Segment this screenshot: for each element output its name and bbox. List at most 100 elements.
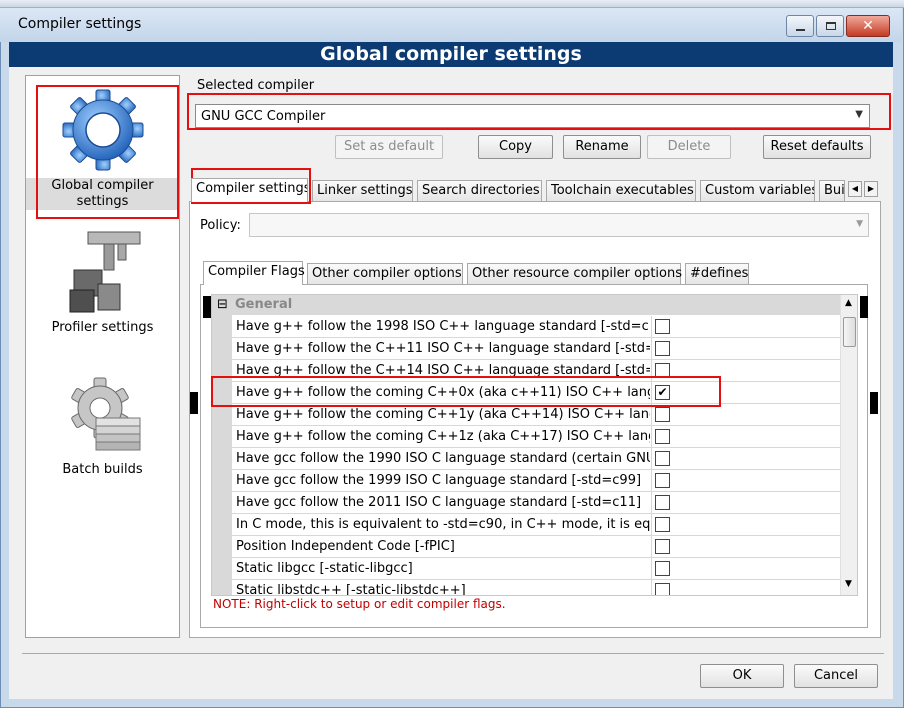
cell-divider — [651, 492, 652, 514]
flag-label: Have gcc follow the 1999 ISO C language … — [236, 473, 642, 488]
maximize-icon — [826, 22, 836, 30]
flag-label: Have g++ follow the coming C++1y (aka C+… — [236, 407, 650, 422]
flag-row[interactable]: Static libstdc++ [-static-libstdc++] — [232, 580, 840, 595]
flag-checkbox[interactable] — [655, 495, 670, 510]
flag-row[interactable]: Have gcc follow the 2011 ISO C language … — [232, 492, 840, 514]
rename-button[interactable]: Rename — [563, 135, 641, 159]
flag-row[interactable]: Have g++ follow the 1998 ISO C++ languag… — [232, 316, 840, 338]
chevron-down-icon: ▼ — [855, 109, 863, 120]
tab-compiler-settings[interactable]: Compiler settings — [191, 178, 308, 202]
flag-row[interactable]: Have gcc follow the 1990 ISO C language … — [232, 448, 840, 470]
flags-note: NOTE: Right-click to setup or edit compi… — [213, 597, 506, 611]
flags-vertical-scrollbar[interactable]: ▲ ▼ — [840, 295, 857, 595]
flag-checkbox[interactable] — [655, 539, 670, 554]
flag-row[interactable]: Have gcc follow the 1999 ISO C language … — [232, 470, 840, 492]
close-icon: ✕ — [862, 18, 874, 34]
flag-label: Have g++ follow the coming C++0x (aka c+… — [236, 385, 650, 400]
cell-divider — [651, 338, 652, 360]
panel-edge-marker — [203, 296, 211, 318]
tab-custom-variables[interactable]: Custom variables — [700, 180, 815, 201]
flag-checkbox[interactable] — [655, 561, 670, 576]
tab-other-resource-compiler-options[interactable]: Other resource compiler options — [467, 263, 682, 284]
panel-edge-marker — [190, 392, 198, 414]
category-profiler-settings[interactable]: Profiler settings — [26, 224, 179, 336]
flag-row[interactable]: Have g++ follow the coming C++1y (aka C+… — [232, 404, 840, 426]
flag-label: Have g++ follow the C++14 ISO C++ langua… — [236, 363, 650, 378]
tab-toolchain-executables[interactable]: Toolchain executables — [546, 180, 696, 201]
flag-checkbox[interactable] — [655, 517, 670, 532]
tab-scroll-right-icon[interactable]: ▶ — [864, 181, 878, 197]
cell-divider — [651, 426, 652, 448]
flag-row[interactable]: Have g++ follow the coming C++0x (aka c+… — [232, 382, 840, 404]
cell-divider — [651, 514, 652, 536]
window-title: Compiler settings — [18, 16, 142, 32]
cell-divider — [651, 470, 652, 492]
flag-checkbox[interactable] — [655, 319, 670, 334]
tab-search-directories[interactable]: Search directories — [417, 180, 542, 201]
cell-divider — [651, 360, 652, 382]
flag-group-general[interactable]: ⊟ General — [212, 295, 840, 315]
policy-label: Policy: — [200, 218, 241, 233]
copy-button[interactable]: Copy — [478, 135, 553, 159]
category-list: Global compiler settings Profiler settin… — [25, 75, 180, 638]
flag-label: Static libgcc [-static-libgcc] — [236, 561, 413, 576]
tab-compiler-flags[interactable]: Compiler Flags — [203, 261, 305, 285]
category-batch-builds[interactable]: Batch builds — [26, 374, 179, 478]
category-label: Global compiler settings — [26, 178, 179, 210]
tab-build-options[interactable]: Bui — [819, 180, 845, 201]
minimize-button[interactable] — [786, 15, 814, 37]
tab-linker-settings[interactable]: Linker settings — [312, 180, 413, 201]
scroll-up-icon[interactable]: ▲ — [845, 298, 852, 308]
title-bar[interactable]: Compiler settings ✕ — [0, 8, 902, 42]
chevron-down-icon: ▼ — [856, 219, 863, 229]
flag-row[interactable]: Static libgcc [-static-libgcc] — [232, 558, 840, 580]
flag-label: In C mode, this is equivalent to -std=c9… — [236, 517, 650, 532]
flag-group-label: General — [235, 297, 293, 312]
scroll-down-icon[interactable]: ▼ — [845, 579, 852, 589]
flag-row[interactable]: Have g++ follow the C++14 ISO C++ langua… — [232, 360, 840, 382]
flag-label: Have g++ follow the C++11 ISO C++ langua… — [236, 341, 650, 356]
reset-defaults-button[interactable]: Reset defaults — [763, 135, 871, 159]
category-label: Batch builds — [62, 462, 143, 477]
cell-divider — [651, 316, 652, 338]
flag-checkbox[interactable] — [655, 473, 670, 488]
tab-scroll-left-icon[interactable]: ◀ — [848, 181, 862, 197]
collapse-icon[interactable]: ⊟ — [217, 297, 228, 312]
tab-defines[interactable]: #defines — [685, 263, 749, 284]
compiler-select[interactable]: GNU GCC Compiler ▼ — [195, 104, 870, 128]
policy-select[interactable]: ▼ — [249, 213, 869, 237]
flag-checkbox[interactable] — [655, 451, 670, 466]
bottom-divider — [22, 653, 884, 654]
compiler-select-value: GNU GCC Compiler — [201, 109, 326, 124]
flag-row[interactable]: Have g++ follow the C++11 ISO C++ langua… — [232, 338, 840, 360]
maximize-button[interactable] — [816, 15, 844, 37]
category-label: Profiler settings — [51, 320, 154, 335]
set-as-default-button[interactable]: Set as default — [335, 135, 443, 159]
flag-checkbox[interactable] — [655, 583, 670, 595]
compiler-flags-list[interactable]: ⊟ General Have g++ follow the 1998 ISO C… — [211, 294, 858, 596]
caliper-icon — [69, 231, 140, 313]
cell-divider — [651, 536, 652, 558]
scrollbar-thumb[interactable] — [843, 317, 856, 347]
flag-checkbox[interactable] — [655, 407, 670, 422]
flag-label: Have gcc follow the 1990 ISO C language … — [236, 451, 650, 466]
delete-button[interactable]: Delete — [647, 135, 731, 159]
cancel-button[interactable]: Cancel — [794, 664, 878, 688]
flag-row[interactable]: In C mode, this is equivalent to -std=c9… — [232, 514, 840, 536]
cell-divider — [651, 558, 652, 580]
close-button[interactable]: ✕ — [846, 15, 890, 37]
ok-button[interactable]: OK — [700, 664, 784, 688]
cell-divider — [651, 382, 652, 404]
flag-checkbox[interactable] — [655, 363, 670, 378]
flag-row[interactable]: Position Independent Code [-fPIC] — [232, 536, 840, 558]
banner-title: Global compiler settings — [9, 42, 893, 67]
category-global-compiler-settings[interactable]: Global compiler settings — [26, 84, 179, 210]
flag-row[interactable]: Have g++ follow the coming C++1z (aka C+… — [232, 426, 840, 448]
gear-stack-icon — [70, 377, 140, 451]
flag-checkbox[interactable] — [655, 429, 670, 444]
panel-edge-marker — [860, 296, 868, 318]
flag-checkbox[interactable] — [655, 341, 670, 356]
tab-other-compiler-options[interactable]: Other compiler options — [307, 263, 463, 284]
flag-checkbox-checked[interactable]: ✔ — [655, 385, 670, 400]
minimize-icon — [796, 29, 805, 31]
